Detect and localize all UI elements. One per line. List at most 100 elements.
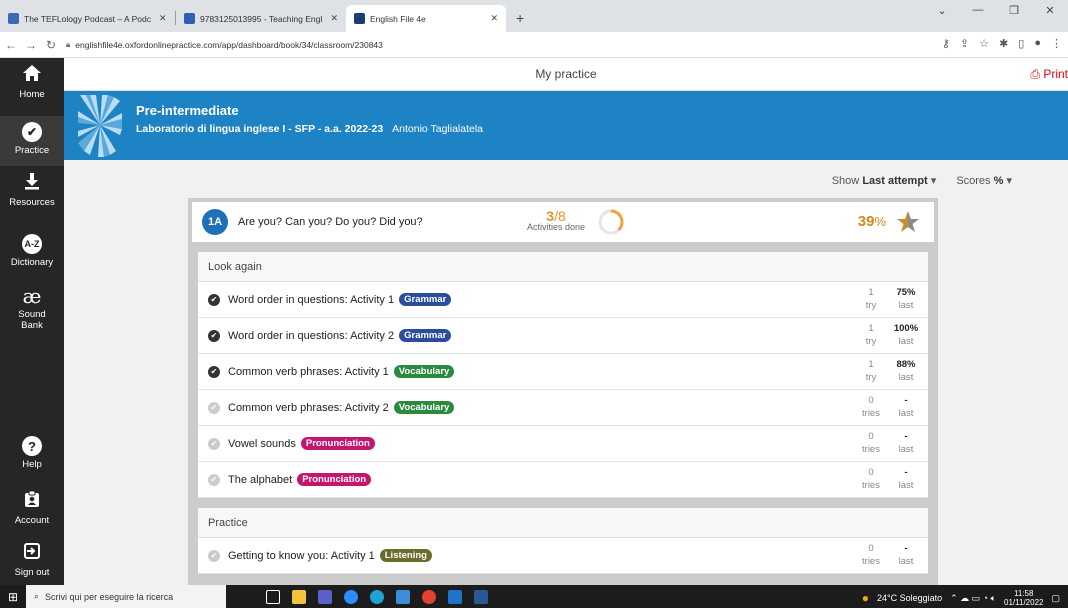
tries-count: 1 try <box>856 358 886 384</box>
edge-icon[interactable] <box>370 589 384 604</box>
close-icon[interactable]: ✕ <box>330 13 338 24</box>
sidepanel-icon[interactable]: ▯ <box>1018 37 1024 50</box>
zoom-icon[interactable] <box>344 589 358 604</box>
browser-toolbar-icons: ⚷ ⇪ ☆ ✱ ▯ ● ⋮ <box>942 37 1062 50</box>
show-dropdown[interactable]: Show Last attempt ▾ <box>832 174 937 187</box>
sidebar-item-home[interactable]: Home <box>0 64 64 112</box>
sidebar-item-help[interactable]: ? Help <box>0 436 64 480</box>
activity-row[interactable]: ✔ Getting to know you: Activity 1 Listenin… <box>198 538 928 574</box>
minimize-icon[interactable]: — <box>960 4 996 17</box>
activity-row[interactable]: ✔ Word order in questions: Activity 2 Gram… <box>198 318 928 354</box>
sidebar-item-dictionary[interactable]: A-Z Dictionary <box>0 234 64 282</box>
tray-icons[interactable]: ⌃ ☁ ▭ ◔ 🔈︎ <box>950 593 996 604</box>
unit-sections: Look again ✔ Word order in questions: Acti… <box>192 252 934 574</box>
home-icon <box>0 64 64 86</box>
sidebar-item-resources[interactable]: Resources <box>0 172 64 220</box>
notifications-icon[interactable]: ▢ <box>1051 593 1060 604</box>
teams-icon[interactable] <box>318 589 332 604</box>
weather-text[interactable]: 24°C Soleggiato <box>877 593 942 603</box>
close-window-icon[interactable]: ✕ <box>1032 4 1068 17</box>
page-title: My practice <box>535 67 597 81</box>
sign-out-icon <box>0 542 64 564</box>
sidebar-item-label: Sign out <box>14 567 50 578</box>
activity-name: Common verb phrases: Activity 1 <box>228 365 389 378</box>
activity-row[interactable]: ✔ Word order in questions: Activity 1 Gram… <box>198 282 928 318</box>
clock[interactable]: 11:58 01/11/2022 <box>1004 589 1043 607</box>
activity-row[interactable]: ✔ Common verb phrases: Activity 2 Vocabula… <box>198 390 928 426</box>
activity-name: Getting to know you: Activity 1 <box>228 549 375 562</box>
profile-avatar[interactable]: ● <box>1034 37 1041 50</box>
tab-title: 9783125013995 - Teaching Engli <box>200 13 323 24</box>
sidebar-item-label: Dictionary <box>10 257 54 268</box>
print-button[interactable]: ⎙ Print <box>1030 67 1068 82</box>
score-value: 39 <box>857 213 875 230</box>
back-icon[interactable]: ← <box>2 38 20 52</box>
sidebar-item-account[interactable]: Account <box>0 490 64 534</box>
sidebar-item-label: Practice <box>14 145 50 156</box>
check-circle-icon: ✔ <box>208 293 220 306</box>
progress-ring-icon <box>598 209 624 235</box>
activity-type-badge: Vocabulary <box>393 401 455 414</box>
last-score: 100% last <box>891 322 921 348</box>
check-circle-icon: ✔ <box>208 365 220 378</box>
bookmark-star-icon[interactable]: ☆ <box>979 37 989 50</box>
print-label: Print <box>1043 67 1068 81</box>
menu-icon[interactable]: ⋮ <box>1051 37 1062 50</box>
mail-icon[interactable] <box>448 589 462 604</box>
sidebar-item-label: Home <box>19 89 45 100</box>
close-icon[interactable]: ✕ <box>159 13 167 24</box>
last-score: - last <box>891 542 921 568</box>
url-text: englishfile4e.oxfordonlinepractice.com/a… <box>75 39 383 50</box>
unit-card: 1A Are you? Can you? Do you? Did you? 3/… <box>188 198 938 585</box>
tries-value: 1 <box>868 287 874 298</box>
taskbar-search[interactable]: ⌕ Scrivi qui per eseguire la ricerca <box>26 585 226 608</box>
tab-title: English File 4e <box>370 13 426 24</box>
last-label: last <box>898 372 914 383</box>
activity-row[interactable]: ✔ Vowel sounds Pronunciation 0 tries - last <box>198 426 928 462</box>
extensions-icon[interactable]: ✱ <box>999 37 1008 50</box>
sidebar-item-label: Resources <box>9 197 55 208</box>
tries-value: 0 <box>868 543 874 554</box>
browser-tab-1[interactable]: The TEFLology Podcast – A Podc ✕ <box>0 5 175 32</box>
share-icon[interactable]: ⇪ <box>960 37 969 50</box>
page-header: My practice ⎙ Print <box>64 58 1068 91</box>
tries-count: 0 tries <box>856 430 886 456</box>
last-label: last <box>898 556 914 567</box>
sidebar-item-practice[interactable]: ✔ Practice <box>0 116 64 166</box>
chrome-icon[interactable] <box>422 589 436 604</box>
task-view-icon[interactable] <box>266 589 280 604</box>
activity-type-badge: Grammar <box>399 293 452 306</box>
activity-type-badge: Grammar <box>399 329 452 342</box>
word-icon[interactable] <box>474 589 488 604</box>
activity-row[interactable]: ✔ Common verb phrases: Activity 1 Vocabula… <box>198 354 928 390</box>
new-tab-button[interactable]: + <box>516 10 524 26</box>
browser-tabbar: The TEFLology Podcast – A Podc ✕ 9783125… <box>0 0 1068 32</box>
browser-tab-3[interactable]: English File 4e ✕ <box>346 5 506 32</box>
reload-icon[interactable]: ↻ <box>42 38 60 52</box>
course-banner: Pre-intermediate Laboratorio di lingua i… <box>64 91 1068 160</box>
tries-label: tries <box>862 556 880 567</box>
scores-dropdown[interactable]: Scores % ▾ <box>956 174 1012 187</box>
last-value: - <box>904 543 908 554</box>
maximize-icon[interactable]: ❐ <box>996 4 1032 17</box>
url-field[interactable]: 🔒︎ englishfile4e.oxfordonlinepractice.co… <box>66 40 383 50</box>
sidebar-item-sign-out[interactable]: Sign out <box>0 542 64 584</box>
windows-start-icon[interactable]: ⊞ <box>0 590 26 604</box>
windows-taskbar: ⊞ ⌕ Scrivi qui per eseguire la ricerca ●… <box>0 585 1068 608</box>
activity-row[interactable]: ✔ The alphabet Pronunciation 0 tries - last <box>198 462 928 498</box>
unit-header[interactable]: 1A Are you? Can you? Do you? Did you? 3/… <box>192 202 934 242</box>
file-explorer-icon[interactable] <box>292 589 306 604</box>
window-controls: ⌄ — ❐ ✕ <box>924 4 1068 17</box>
system-tray: ● 24°C Soleggiato ⌃ ☁ ▭ ◔ 🔈︎ 11:58 01/11… <box>862 589 1060 607</box>
sidebar: Home ✔ Practice Resources A-Z Dictionary… <box>0 58 64 585</box>
close-icon[interactable]: ✕ <box>490 13 498 24</box>
activity-name: Vowel sounds <box>228 437 296 450</box>
key-icon[interactable]: ⚷ <box>942 37 950 50</box>
store-icon[interactable] <box>396 589 410 604</box>
browser-tab-2[interactable]: 9783125013995 - Teaching Engli ✕ <box>176 5 346 32</box>
sidebar-item-sound-bank[interactable]: æ Sound Bank <box>0 286 64 342</box>
forward-icon[interactable]: → <box>22 38 40 52</box>
tries-label: tries <box>862 480 880 491</box>
check-circle-icon: ✔ <box>208 437 220 450</box>
tab-search-icon[interactable]: ⌄ <box>924 4 960 17</box>
